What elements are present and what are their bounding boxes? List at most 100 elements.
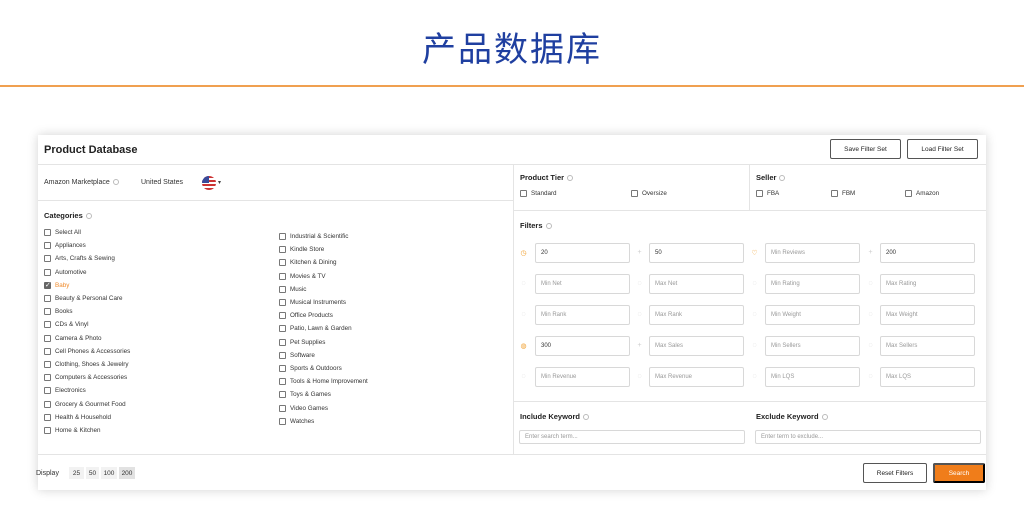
- filter-input[interactable]: 200: [880, 243, 975, 263]
- display-option-button[interactable]: 50: [86, 467, 99, 479]
- filter-input[interactable]: 50: [649, 243, 744, 263]
- checkbox[interactable]: [44, 387, 51, 395]
- category-checkbox[interactable]: CDs & Vinyl: [44, 321, 88, 329]
- display-option-button[interactable]: 100: [101, 467, 117, 479]
- display-option-button[interactable]: 25: [69, 467, 84, 479]
- chevron-down-icon[interactable]: ▾: [218, 179, 221, 186]
- checkbox[interactable]: [279, 312, 286, 320]
- filter-input[interactable]: Min Weight: [765, 305, 860, 325]
- checkbox[interactable]: [279, 325, 286, 333]
- category-checkbox[interactable]: Software: [279, 351, 315, 359]
- checkbox[interactable]: [44, 321, 51, 329]
- checkbox[interactable]: [44, 427, 51, 434]
- category-checkbox[interactable]: Industrial & Scientific: [279, 233, 348, 240]
- checkbox[interactable]: [279, 391, 286, 399]
- category-checkbox[interactable]: Tools & Home Improvement: [279, 378, 368, 386]
- filter-input[interactable]: Min Sellers: [765, 336, 860, 356]
- filter-input[interactable]: Min Net: [535, 274, 630, 294]
- checkbox[interactable]: [44, 281, 51, 289]
- checkbox[interactable]: [520, 190, 527, 197]
- category-checkbox[interactable]: Patio, Lawn & Garden: [279, 325, 352, 333]
- checkbox[interactable]: [44, 242, 51, 250]
- checkbox[interactable]: [279, 272, 286, 280]
- checkbox[interactable]: [44, 400, 51, 408]
- category-checkbox[interactable]: Kitchen & Dining: [279, 259, 337, 267]
- checkbox[interactable]: [279, 285, 286, 293]
- seller-amazon-checkbox[interactable]: Amazon: [905, 190, 939, 197]
- category-checkbox[interactable]: Watches: [279, 417, 314, 425]
- category-checkbox[interactable]: Electronics: [44, 387, 86, 395]
- filter-input[interactable]: Max Rank: [649, 305, 744, 325]
- checkbox[interactable]: [279, 351, 286, 359]
- filter-input[interactable]: 300: [535, 336, 630, 356]
- category-checkbox[interactable]: Arts, Crafts & Sewing: [44, 255, 115, 263]
- checkbox[interactable]: [279, 378, 286, 386]
- category-checkbox[interactable]: Appliances: [44, 242, 86, 250]
- filter-input[interactable]: Min Rank: [535, 305, 630, 325]
- category-checkbox[interactable]: Camera & Photo: [44, 334, 102, 342]
- category-checkbox[interactable]: Baby: [44, 281, 69, 289]
- checkbox[interactable]: [279, 365, 286, 372]
- search-button[interactable]: Search: [933, 463, 985, 483]
- exclude-keyword-input[interactable]: Enter term to exclude...: [755, 430, 981, 444]
- checkbox[interactable]: [279, 338, 286, 346]
- checkbox[interactable]: [279, 246, 286, 254]
- us-flag-icon[interactable]: [202, 176, 216, 190]
- checkbox[interactable]: [756, 190, 763, 197]
- category-checkbox[interactable]: Movies & TV: [279, 272, 326, 280]
- filter-input[interactable]: Min LQS: [765, 367, 860, 387]
- checkbox[interactable]: [831, 190, 838, 197]
- filter-input[interactable]: 20: [535, 243, 630, 263]
- filter-input[interactable]: Max Sales: [649, 336, 744, 356]
- category-checkbox[interactable]: Beauty & Personal Care: [44, 295, 123, 302]
- category-checkbox[interactable]: Kindle Store: [279, 246, 324, 254]
- display-option-button[interactable]: 200: [119, 467, 135, 479]
- category-checkbox[interactable]: Home & Kitchen: [44, 427, 101, 434]
- category-checkbox[interactable]: Office Products: [279, 312, 333, 320]
- checkbox[interactable]: [44, 308, 51, 316]
- category-checkbox[interactable]: Grocery & Gourmet Food: [44, 400, 126, 408]
- checkbox[interactable]: [279, 404, 286, 412]
- seller-fba-checkbox[interactable]: FBA: [756, 190, 779, 197]
- checkbox[interactable]: [279, 259, 286, 267]
- category-checkbox[interactable]: Cell Phones & Accessories: [44, 347, 130, 355]
- filter-input[interactable]: Max Rating: [880, 274, 975, 294]
- save-filter-set-button[interactable]: Save Filter Set: [830, 139, 901, 159]
- category-checkbox[interactable]: Clothing, Shoes & Jewelry: [44, 361, 129, 368]
- category-checkbox[interactable]: Musical Instruments: [279, 299, 346, 306]
- checkbox[interactable]: [279, 299, 286, 306]
- category-checkbox[interactable]: Computers & Accessories: [44, 374, 127, 382]
- checkbox[interactable]: [631, 190, 638, 197]
- category-checkbox[interactable]: Sports & Outdoors: [279, 365, 342, 372]
- filter-input[interactable]: Min Rating: [765, 274, 860, 294]
- filter-input[interactable]: Max LQS: [880, 367, 975, 387]
- checkbox[interactable]: [44, 295, 51, 302]
- category-checkbox[interactable]: Music: [279, 285, 306, 293]
- checkbox[interactable]: [44, 374, 51, 382]
- category-checkbox[interactable]: Toys & Games: [279, 391, 331, 399]
- tier-oversize-checkbox[interactable]: Oversize: [631, 190, 667, 197]
- checkbox[interactable]: [44, 255, 51, 263]
- reset-filters-button[interactable]: Reset Filters: [863, 463, 927, 483]
- category-checkbox[interactable]: Video Games: [279, 404, 328, 412]
- category-checkbox[interactable]: Select All: [44, 229, 81, 236]
- category-checkbox[interactable]: Books: [44, 308, 73, 316]
- checkbox[interactable]: [44, 347, 51, 355]
- category-checkbox[interactable]: Automotive: [44, 268, 87, 276]
- filter-input[interactable]: Max Sellers: [880, 336, 975, 356]
- load-filter-set-button[interactable]: Load Filter Set: [907, 139, 978, 159]
- checkbox[interactable]: [44, 334, 51, 342]
- checkbox[interactable]: [44, 413, 51, 421]
- seller-fbm-checkbox[interactable]: FBM: [831, 190, 855, 197]
- checkbox[interactable]: [279, 233, 286, 240]
- checkbox[interactable]: [44, 268, 51, 276]
- filter-input[interactable]: Max Weight: [880, 305, 975, 325]
- checkbox[interactable]: [44, 229, 51, 236]
- tier-standard-checkbox[interactable]: Standard: [520, 190, 557, 197]
- checkbox[interactable]: [279, 417, 286, 425]
- filter-input[interactable]: Max Net: [649, 274, 744, 294]
- filter-input[interactable]: Max Revenue: [649, 367, 744, 387]
- include-keyword-input[interactable]: Enter search term...: [519, 430, 745, 444]
- filter-input[interactable]: Min Reviews: [765, 243, 860, 263]
- filter-input[interactable]: Min Revenue: [535, 367, 630, 387]
